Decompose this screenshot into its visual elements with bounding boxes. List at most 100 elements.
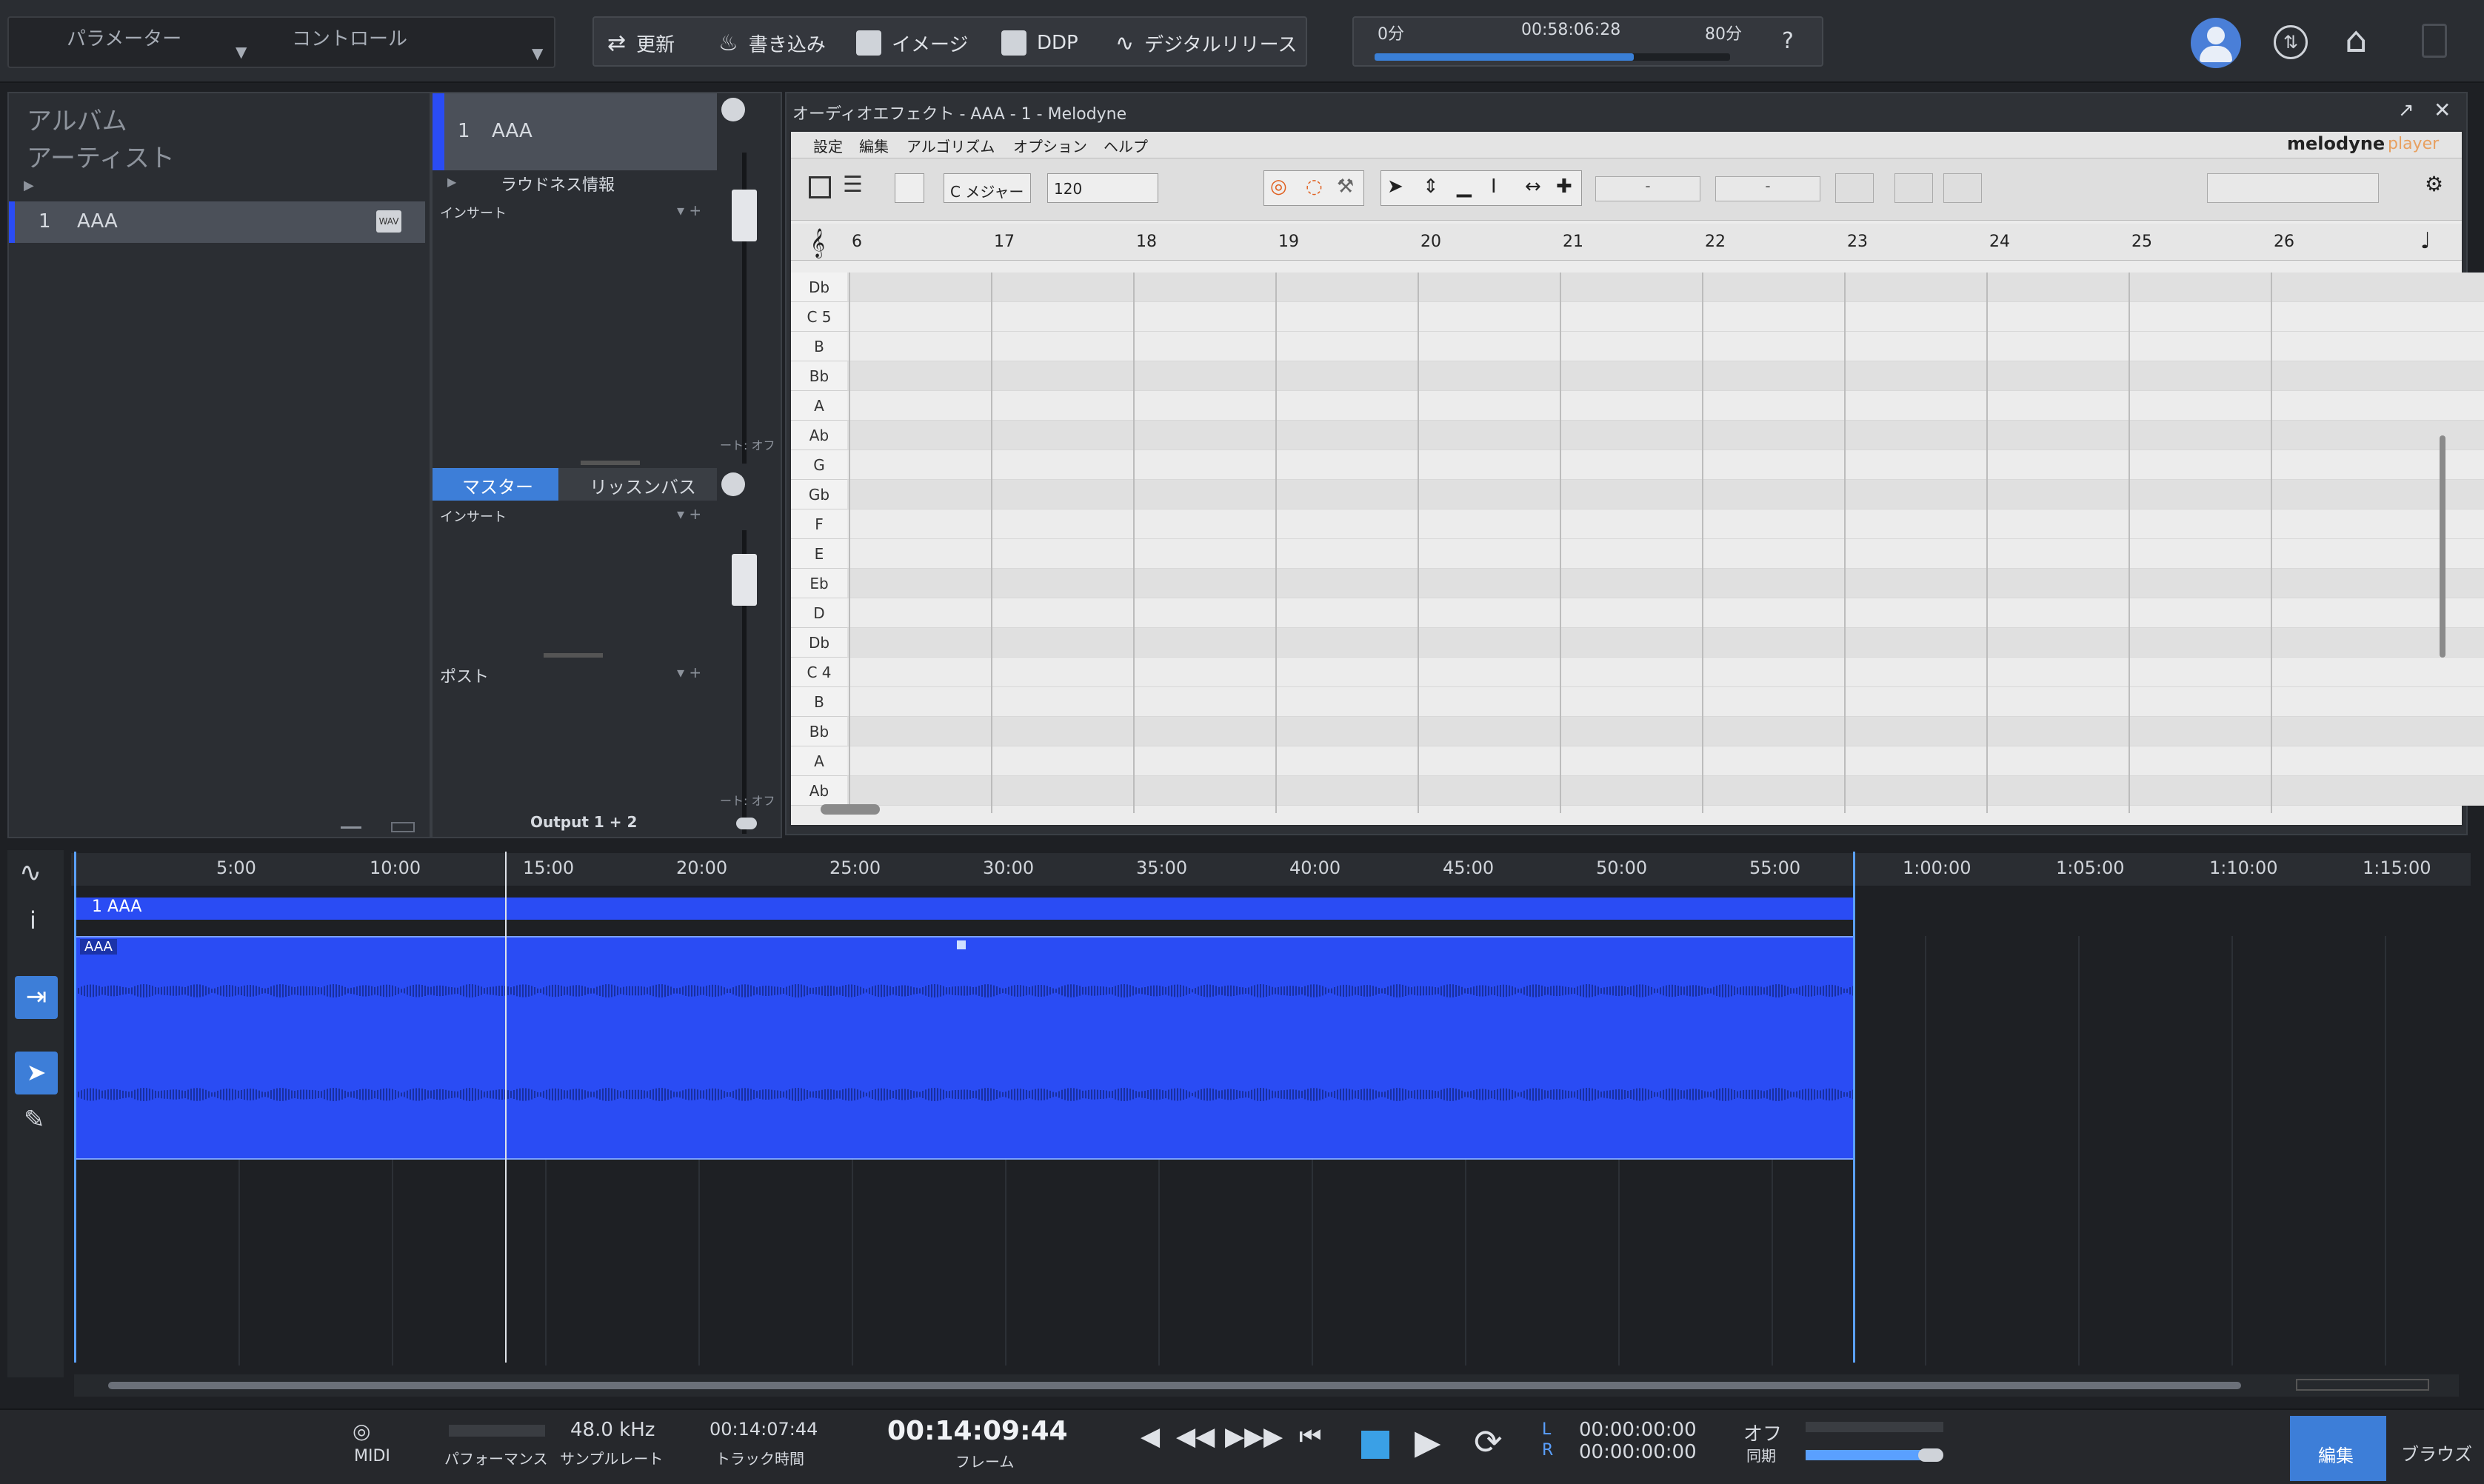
artist-title[interactable]: アーティスト	[27, 138, 175, 174]
value-field-b[interactable]: -	[1715, 176, 1820, 201]
sidebar-toggle-icon[interactable]	[809, 176, 831, 198]
image-button[interactable]: イメージ	[856, 28, 968, 58]
snap-button[interactable]	[895, 173, 924, 203]
pointer-tool-icon[interactable]: ➤	[1387, 176, 1403, 198]
update-button[interactable]: ⇄ 更新	[607, 28, 675, 58]
pitch-row	[847, 361, 2484, 391]
tab-control[interactable]: コントロール	[292, 24, 407, 51]
midi-icon[interactable]: ◎	[353, 1419, 370, 1443]
home-icon[interactable]: ⌂	[2345, 19, 2367, 61]
rewind-icon[interactable]: ◀◀	[1176, 1422, 1215, 1451]
sync-state[interactable]: オフ	[1743, 1419, 1782, 1446]
close-icon[interactable]: ✕	[2434, 98, 2451, 122]
note-tool-icon[interactable]: ◌	[1306, 176, 1323, 198]
vertical-scrollbar[interactable]	[2440, 435, 2445, 658]
horizontal-scrollbar[interactable]	[821, 804, 880, 815]
arrow-tool-icon[interactable]: ➤	[15, 1052, 58, 1094]
volume-fader[interactable]	[732, 190, 757, 241]
loop-icon[interactable]: ⟳	[1474, 1422, 1503, 1462]
edit-button[interactable]: 編集	[2290, 1416, 2386, 1481]
tab-parameters[interactable]: パラメーター	[67, 24, 181, 51]
import-arrow-icon[interactable]: ⇥	[15, 976, 58, 1019]
pan-knob[interactable]	[721, 98, 745, 121]
prev-marker-icon[interactable]: ◀	[1141, 1422, 1160, 1451]
gear-icon[interactable]: ⚙	[2425, 172, 2443, 196]
master-volume-fader[interactable]	[732, 554, 757, 606]
end-marker[interactable]	[1853, 852, 1855, 1363]
expand-icon[interactable]	[391, 822, 415, 832]
next-marker-icon[interactable]: ▶	[1263, 1422, 1283, 1451]
return-to-zero-icon[interactable]: ⏮	[1299, 1422, 1322, 1451]
splitter-handle[interactable]	[581, 461, 640, 465]
center-pitch-button[interactable]	[1835, 173, 1874, 203]
zoom-slider[interactable]	[2296, 1379, 2429, 1391]
arrange-scrollbar[interactable]	[108, 1382, 2241, 1389]
separation-icon[interactable]: ✚	[1556, 176, 1572, 198]
main-time-display[interactable]: 00:14:09:44	[887, 1416, 1068, 1446]
info-icon[interactable]: i	[30, 906, 36, 935]
time-tool-icon[interactable]: ↔	[1525, 176, 1541, 198]
page-icon[interactable]	[2422, 24, 2447, 58]
menu-options[interactable]: オプション	[1013, 135, 1087, 156]
clip-waveform	[75, 984, 1854, 1101]
browse-button[interactable]: ブラウズ	[2401, 1440, 2472, 1465]
master-insert-add-icon[interactable]: ▾ +	[677, 505, 701, 523]
start-marker[interactable]	[74, 852, 76, 1363]
time-format-label[interactable]: フレーム	[955, 1450, 1014, 1471]
output-toggle[interactable]	[736, 818, 757, 829]
menu-help[interactable]: ヘルプ	[1104, 135, 1148, 156]
tempo-field[interactable]: 120	[1047, 173, 1158, 203]
expand-triangle-icon[interactable]: ▶	[447, 175, 456, 189]
splitter-handle[interactable]	[544, 653, 603, 658]
pitch-drift-button[interactable]	[1894, 173, 1933, 203]
value-field-a[interactable]: -	[1595, 176, 1700, 201]
loudness-info-label[interactable]: ラウドネス情報	[501, 172, 615, 195]
amplitude-icon[interactable]: Ⅰ	[1491, 176, 1497, 198]
formant-icon[interactable]: ▁	[1457, 176, 1472, 198]
collapse-icon[interactable]	[341, 826, 361, 829]
expand-window-icon[interactable]: ↗	[2398, 99, 2414, 121]
menu-edit[interactable]: 編集	[859, 135, 889, 156]
note-editor-grid[interactable]	[847, 273, 2484, 813]
sync-icon[interactable]: ⇅	[2274, 25, 2308, 59]
user-avatar[interactable]	[2191, 18, 2241, 68]
master-pan-knob[interactable]	[721, 472, 745, 496]
tab-listen-bus[interactable]: リッスンバス	[558, 468, 717, 501]
metronome-toggle[interactable]	[1918, 1448, 1943, 1462]
wrench-icon[interactable]: ⚒	[1337, 176, 1354, 198]
track-list-item[interactable]: 1 AAA WAV	[9, 201, 425, 243]
tab-master[interactable]: マスター	[433, 468, 558, 501]
pitch-move-icon[interactable]: ⇕	[1423, 176, 1439, 198]
insert-add-icon[interactable]: ▾ +	[677, 201, 701, 219]
play-button[interactable]: ▶	[1415, 1422, 1440, 1462]
help-button[interactable]: ?	[1782, 28, 1794, 54]
output-label[interactable]: Output 1 + 2	[530, 813, 637, 831]
stop-button[interactable]	[1361, 1431, 1389, 1459]
ddp-button[interactable]: DDP	[1001, 28, 1078, 58]
digital-release-button[interactable]: ∿ デジタルリリース	[1115, 28, 1297, 58]
pitch-row	[847, 776, 2484, 806]
pencil-icon[interactable]: ✎	[24, 1105, 45, 1134]
pitch-tool-icon[interactable]: ◎	[1270, 176, 1287, 198]
audio-clip[interactable]: AAA	[74, 936, 1854, 1160]
loop-end-time[interactable]: 00:00:00:00	[1579, 1441, 1697, 1463]
write-button[interactable]: ♨ 書き込み	[718, 28, 826, 58]
chevron-down-icon[interactable]: ▼	[532, 44, 543, 62]
view-size-slider[interactable]	[2207, 173, 2379, 203]
bar-gridline	[1133, 273, 1135, 813]
clip-volume-handle[interactable]	[957, 940, 966, 949]
loop-start-time[interactable]: 00:00:00:00	[1579, 1419, 1697, 1441]
track-header-bar[interactable]: 1 AAA	[74, 898, 1854, 920]
mixer-channel-header[interactable]: 1 AAA	[433, 93, 717, 170]
fast-forward-icon[interactable]: ▶▶	[1225, 1422, 1263, 1451]
album-title[interactable]: アルバム	[27, 101, 127, 137]
post-add-icon[interactable]: ▾ +	[677, 664, 701, 681]
quantize-button[interactable]	[1943, 173, 1982, 203]
key-select[interactable]: C メジャー	[944, 173, 1031, 203]
playhead-cursor[interactable]	[505, 852, 507, 1363]
inspector-icon[interactable]: ☰	[843, 172, 863, 198]
chevron-down-icon[interactable]: ▼	[236, 43, 247, 61]
expand-triangle-icon[interactable]: ▶	[24, 178, 34, 193]
menu-algorithm[interactable]: アルゴリズム	[907, 135, 995, 156]
menu-settings[interactable]: 設定	[813, 135, 843, 156]
